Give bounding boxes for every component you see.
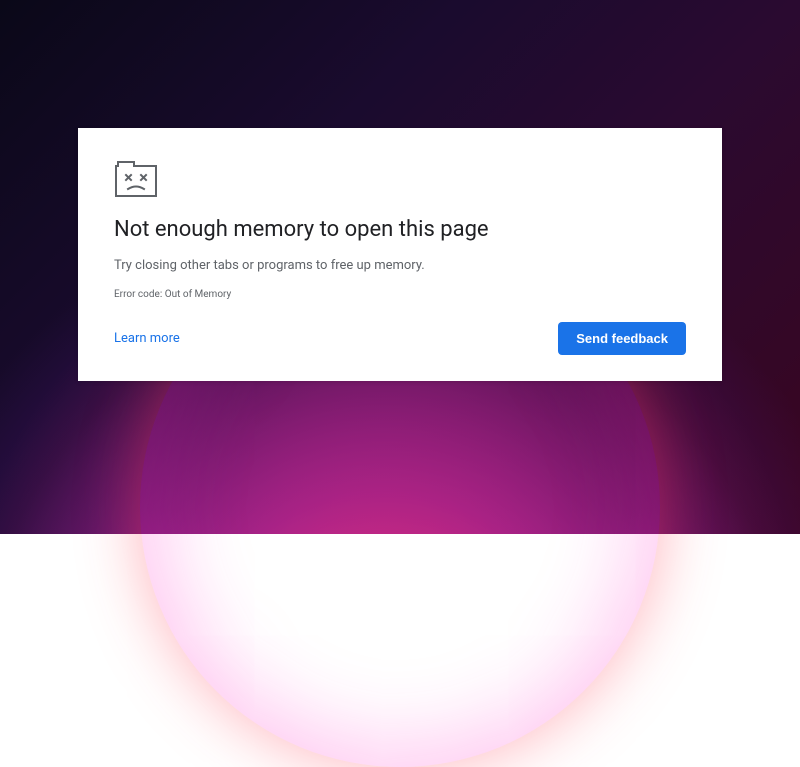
- error-code: Error code: Out of Memory: [114, 289, 686, 300]
- error-subtitle: Try closing other tabs or programs to fr…: [114, 257, 686, 275]
- dead-folder-icon: [114, 158, 158, 198]
- send-feedback-button[interactable]: Send feedback: [558, 322, 686, 355]
- error-footer: Learn more Send feedback: [114, 322, 686, 355]
- error-card: Not enough memory to open this page Try …: [78, 128, 722, 381]
- learn-more-link[interactable]: Learn more: [114, 331, 180, 346]
- error-title: Not enough memory to open this page: [114, 216, 686, 245]
